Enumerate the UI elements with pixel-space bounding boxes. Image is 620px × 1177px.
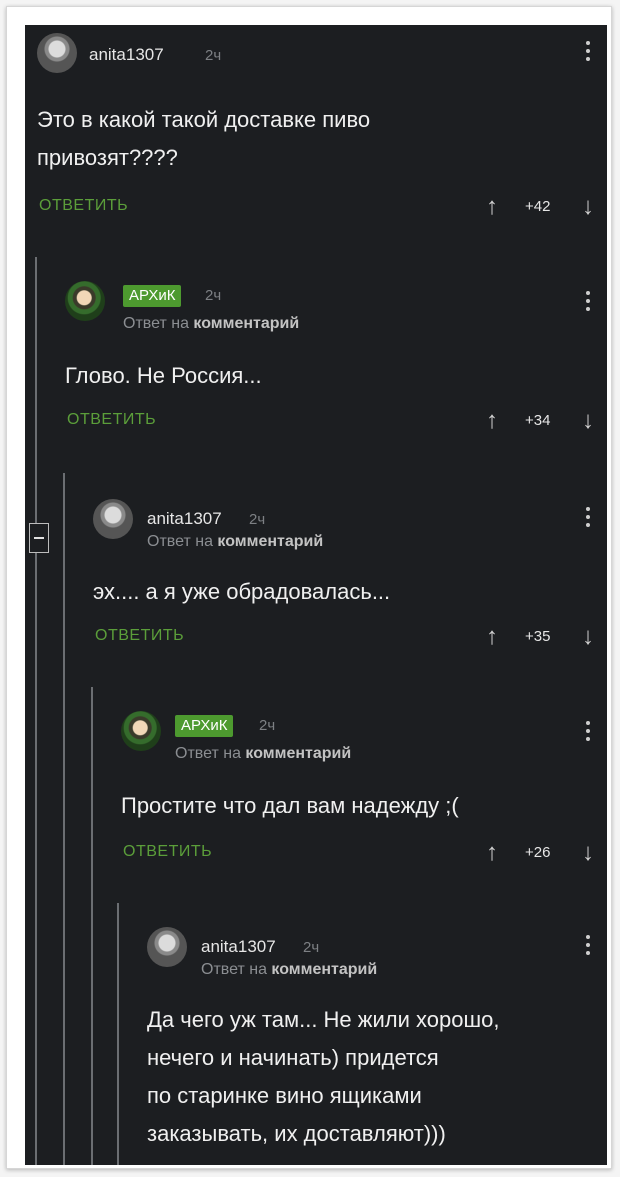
avatar[interactable] [147, 927, 187, 967]
more-vertical-icon[interactable] [585, 507, 591, 531]
thread-line[interactable] [35, 257, 37, 1165]
screenshot-frame: anita1307 2ч Это в какой такой доставке … [6, 6, 612, 1169]
username[interactable]: anita1307 [89, 45, 164, 65]
arrow-up-icon[interactable]: ↑ [485, 407, 499, 435]
collapse-icon[interactable] [29, 523, 49, 553]
avatar[interactable] [65, 281, 105, 321]
comment-header: anita1307 2ч Ответ на комментарий [93, 499, 393, 550]
reply-to: Ответ на комментарий [175, 745, 352, 762]
score: +34 [525, 412, 551, 429]
arrow-down-icon[interactable]: ↓ [581, 193, 595, 221]
comment-thread: anita1307 2ч Это в какой такой доставке … [25, 25, 607, 1165]
comment-header: anita1307 2ч Ответ на комментарий [147, 927, 447, 978]
more-vertical-icon[interactable] [585, 721, 591, 745]
reply-to: Ответ на комментарий [123, 315, 300, 332]
comment-text: Да чего уж там... Не жили хорошо, нечего… [147, 1007, 500, 1146]
more-vertical-icon[interactable] [585, 291, 591, 315]
comment-header: anita1307 2ч [37, 33, 337, 81]
avatar[interactable] [93, 499, 133, 539]
timestamp: 2ч [205, 287, 222, 304]
timestamp: 2ч [259, 717, 276, 734]
vote-controls: ↑ +26 ↓ [483, 839, 603, 869]
arrow-up-icon[interactable]: ↑ [485, 839, 499, 867]
score: +35 [525, 628, 551, 645]
score: +26 [525, 844, 551, 861]
reply-button[interactable]: ОТВЕТИТЬ [123, 843, 212, 861]
arrow-up-icon[interactable]: ↑ [485, 623, 499, 651]
username-badge[interactable]: АРХиК [123, 285, 182, 307]
reply-to: Ответ на комментарий [201, 961, 378, 978]
username[interactable]: anita1307 [147, 509, 222, 529]
comment-header: АРХиК 2ч Ответ на комментарий [121, 711, 421, 762]
arrow-up-icon[interactable]: ↑ [485, 193, 499, 221]
vote-controls: ↑ +34 ↓ [483, 407, 603, 437]
username[interactable]: anita1307 [201, 937, 276, 957]
comment-text: Глово. Не Россия... [65, 363, 262, 388]
comment-text: Это в какой такой доставке пиво привозят… [37, 107, 371, 170]
more-vertical-icon[interactable] [585, 935, 591, 959]
score: +42 [525, 198, 551, 215]
comment-text: эх.... а я уже обрадовалась... [93, 579, 391, 604]
thread-line[interactable] [63, 473, 65, 1165]
reply-to: Ответ на комментарий [147, 533, 324, 550]
arrow-down-icon[interactable]: ↓ [581, 623, 595, 651]
reply-button[interactable]: ОТВЕТИТЬ [95, 627, 184, 645]
thread-line[interactable] [117, 903, 119, 1165]
timestamp: 2ч [205, 47, 222, 64]
timestamp: 2ч [303, 939, 320, 956]
avatar[interactable] [37, 33, 77, 73]
reply-button[interactable]: ОТВЕТИТЬ [67, 411, 156, 429]
reply-button[interactable]: ОТВЕТИТЬ [39, 197, 128, 215]
more-vertical-icon[interactable] [585, 41, 591, 65]
comment-text: Простите что дал вам надежду ;( [121, 793, 459, 818]
arrow-down-icon[interactable]: ↓ [581, 839, 595, 867]
timestamp: 2ч [249, 511, 266, 528]
arrow-down-icon[interactable]: ↓ [581, 407, 595, 435]
vote-controls: ↑ +35 ↓ [483, 623, 603, 653]
thread-line[interactable] [91, 687, 93, 1165]
comment-header: АРХиК 2ч Ответ на комментарий [65, 281, 365, 332]
vote-controls: ↑ +42 ↓ [483, 193, 603, 223]
avatar[interactable] [121, 711, 161, 751]
username-badge[interactable]: АРХиК [175, 715, 234, 737]
